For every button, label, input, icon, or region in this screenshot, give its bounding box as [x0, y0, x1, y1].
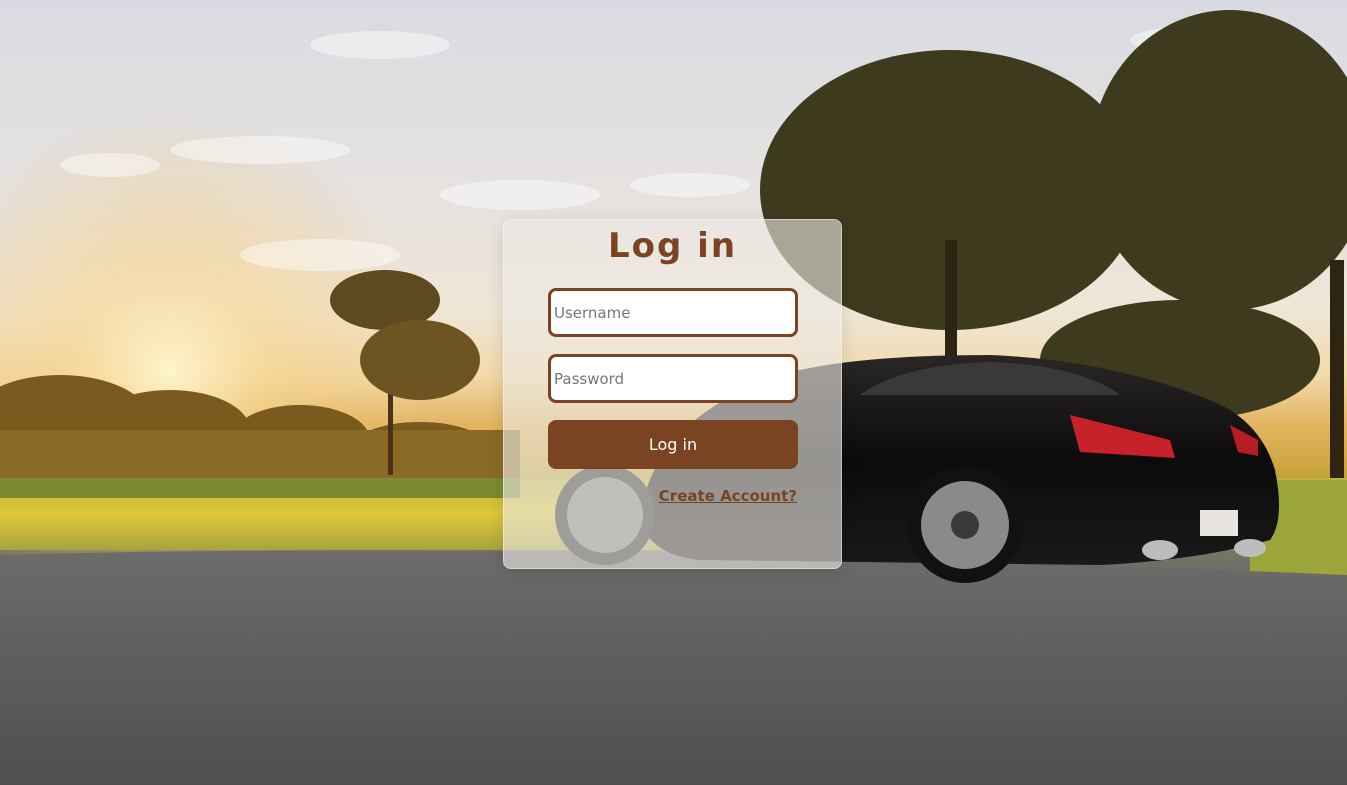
password-input[interactable]: [548, 354, 798, 403]
login-title: Log in: [607, 226, 738, 266]
login-page: Log in Log in Create Account?: [0, 0, 1347, 785]
username-input[interactable]: [548, 288, 798, 337]
create-account-link[interactable]: Create Account?: [659, 487, 797, 505]
login-button[interactable]: Log in: [548, 420, 798, 469]
login-card: Log in Log in Create Account?: [503, 219, 842, 569]
